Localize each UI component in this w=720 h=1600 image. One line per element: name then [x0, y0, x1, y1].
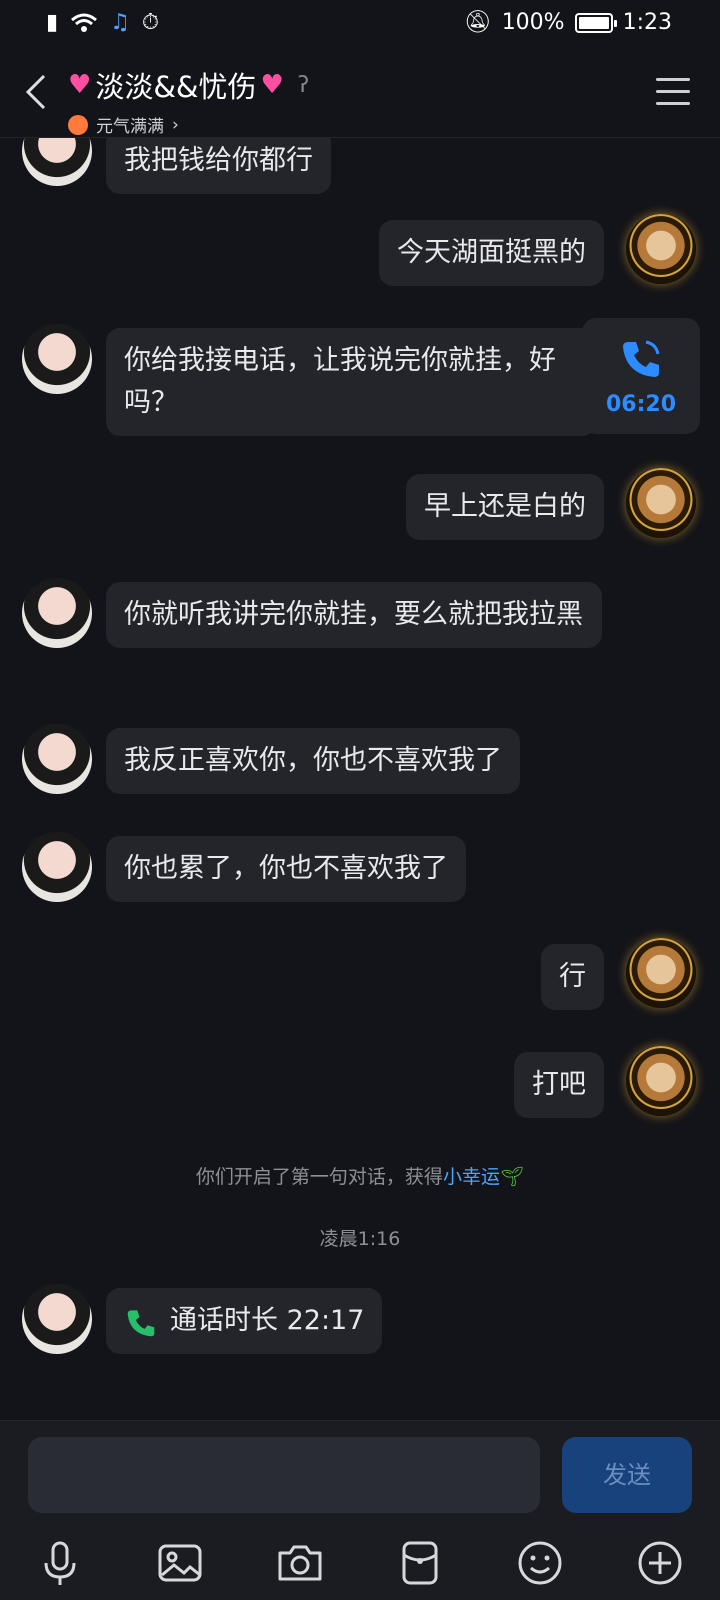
contact-avatar[interactable] [22, 324, 92, 394]
ear-icon[interactable]: ʔ [298, 73, 309, 98]
my-avatar[interactable] [626, 468, 696, 538]
battery-fill [578, 16, 609, 29]
system-notice-text: 你们开启了第一句对话，获得 [195, 1166, 443, 1188]
plus-icon[interactable] [634, 1537, 686, 1589]
headset-icon: ♫ [110, 10, 130, 35]
message-bubble-left[interactable]: 我反正喜欢你，你也不喜欢我了 [106, 728, 520, 794]
red-packet-icon[interactable] [394, 1537, 446, 1589]
contact-avatar[interactable] [22, 138, 92, 186]
back-icon[interactable] [22, 72, 52, 112]
call-record-bubble[interactable]: 通话时长 22:17 [106, 1288, 383, 1354]
mute-icon: 🔕︎ [463, 10, 492, 35]
contact-avatar[interactable] [22, 724, 92, 794]
message-bubble-left[interactable]: 你给我接电话，让我说完你就挂，好吗？ [106, 328, 596, 436]
message-bubble-left[interactable]: 你也累了，你也不喜欢我了 [106, 836, 466, 902]
sprout-icon: 🌱︎ [499, 1166, 525, 1188]
phone-icon [623, 340, 660, 377]
timer-icon: ⏱ [141, 10, 160, 35]
contact-info[interactable]: ♥ 淡淡&&忧伤 ♥ ʔ 元气满满 › [68, 64, 309, 137]
my-avatar[interactable] [626, 1046, 696, 1116]
battery-icon [574, 12, 617, 33]
call-card[interactable]: 06:20 [582, 318, 700, 434]
message-bubble-right[interactable]: 早上还是白的 [406, 474, 604, 540]
message-bubble-right[interactable]: 行 [541, 944, 604, 1010]
chevron-right-icon: › [172, 114, 179, 135]
heart-gift-icon: ♥ [68, 70, 92, 100]
microphone-icon[interactable] [34, 1537, 86, 1589]
input-bar: 发送 [0, 1420, 720, 1600]
contact-avatar[interactable] [22, 578, 92, 648]
contact-avatar[interactable] [22, 832, 92, 902]
message-bubble-right[interactable]: 今天湖面挺黑的 [379, 220, 604, 286]
message-bubble-right[interactable]: 打吧 [514, 1052, 604, 1118]
alert-icon: ▮ [46, 10, 59, 35]
chat-header: ♥ 淡淡&&忧伤 ♥ ʔ 元气满满 › [0, 48, 720, 138]
message-bubble-left[interactable]: 你就听我讲完你就挂，要么就把我拉黑 [106, 582, 602, 648]
timestamp: 凌晨1:16 [319, 1228, 401, 1250]
wifi-icon [71, 13, 98, 32]
menu-icon[interactable] [656, 78, 690, 106]
contact-name: 淡淡&&忧伤 [95, 70, 257, 104]
toolbar [0, 1537, 720, 1597]
chat-area[interactable]: 我把钱给你都行 今天湖面挺黑的 你给我接电话，让我说完你就挂，好吗？ 06:20… [0, 138, 720, 1420]
my-avatar[interactable] [626, 938, 696, 1008]
my-avatar[interactable] [626, 214, 696, 284]
camera-icon[interactable] [274, 1537, 326, 1589]
contact-status: 元气满满 [96, 117, 164, 137]
clock: 1:23 [622, 10, 672, 35]
image-icon[interactable] [154, 1537, 206, 1589]
heart-gift-icon: ♥ [260, 70, 284, 100]
message-bubble-left[interactable]: 我把钱给你都行 [106, 138, 331, 194]
contact-avatar[interactable] [22, 1284, 92, 1354]
system-notice: 你们开启了第一句对话，获得小幸运🌱︎ [0, 1162, 720, 1189]
send-button[interactable]: 发送 [562, 1437, 692, 1513]
message-input[interactable] [28, 1437, 540, 1513]
emoji-icon[interactable] [514, 1537, 566, 1589]
call-card-duration: 06:20 [605, 392, 677, 417]
call-record-label: 通话时长 22:17 [170, 1305, 365, 1336]
phone-icon [127, 1310, 155, 1337]
mood-icon [68, 114, 88, 135]
status-bar: ▮ ♫ ⏱ 🔕︎ 100% 1:23 [0, 0, 720, 48]
lucky-link[interactable]: 小幸运 [443, 1166, 500, 1188]
battery-percent: 100% [501, 10, 565, 35]
